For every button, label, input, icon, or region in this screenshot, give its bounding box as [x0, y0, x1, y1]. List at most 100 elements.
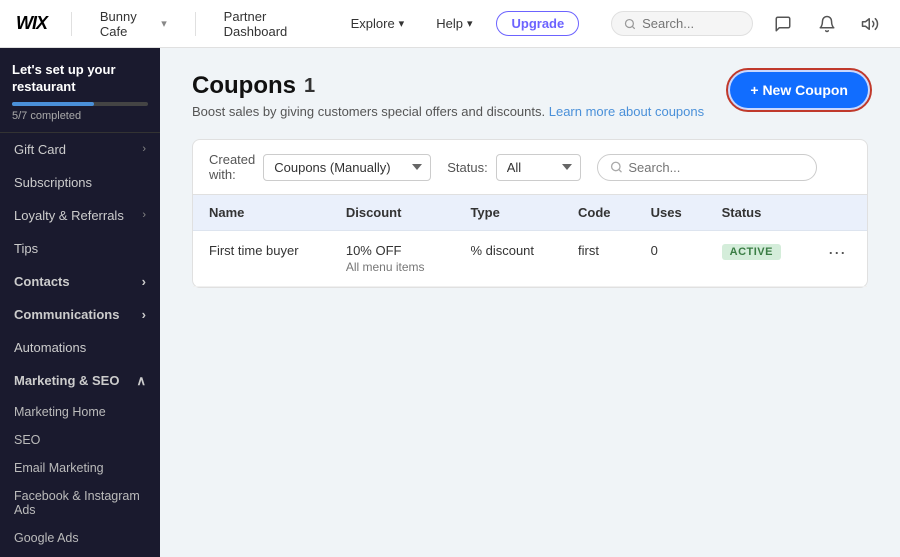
loyalty-chevron-icon: › [142, 209, 146, 221]
sidebar-item-contacts[interactable]: Contacts › [0, 265, 160, 298]
nav-divider-2 [195, 12, 196, 36]
sidebar-item-google-business[interactable]: Google Business Profile [0, 552, 160, 557]
progress-bar-background [12, 102, 148, 106]
fb-instagram-label: Facebook & Instagram Ads [14, 489, 140, 517]
coupons-table: Name Discount Type Code Uses Status Firs… [193, 195, 867, 287]
search-icon [610, 160, 623, 174]
gift-card-label: Gift Card [14, 142, 66, 157]
site-chevron-icon: ▾ [161, 17, 167, 30]
status-filter: Status: All Active Expired [447, 154, 580, 181]
help-label: Help [436, 16, 463, 31]
megaphone-icon [861, 15, 879, 33]
created-with-select[interactable]: Coupons (Manually) Coupons (Automated) [263, 154, 431, 181]
tips-label: Tips [14, 241, 38, 256]
sidebar-item-loyalty[interactable]: Loyalty & Referrals › [0, 199, 160, 232]
col-discount: Discount [330, 195, 455, 231]
nav-search-input[interactable] [642, 16, 740, 31]
cell-status: ACTIVE [706, 231, 809, 287]
table-header-row: Name Discount Type Code Uses Status [193, 195, 867, 231]
marketing-seo-label: Marketing & SEO [14, 373, 119, 388]
sidebar-item-seo[interactable]: SEO [0, 426, 160, 454]
status-select[interactable]: All Active Expired [496, 154, 581, 181]
cell-code: first [562, 231, 635, 287]
subscriptions-label: Subscriptions [14, 175, 92, 190]
messages-icon-button[interactable] [769, 8, 797, 40]
coupon-search-box[interactable] [597, 154, 817, 181]
sidebar-item-marketing-seo[interactable]: Marketing & SEO ∧ [0, 364, 160, 398]
help-chevron-icon: ▾ [467, 17, 473, 30]
col-uses: Uses [635, 195, 706, 231]
table-body: First time buyer 10% OFF All menu items … [193, 231, 867, 287]
contacts-label: Contacts [14, 274, 70, 289]
marketing-home-label: Marketing Home [14, 405, 106, 419]
chat-icon [774, 15, 792, 33]
google-ads-label: Google Ads [14, 531, 79, 545]
cell-type: % discount [454, 231, 562, 287]
page-title-area: Coupons 1 Boost sales by giving customer… [192, 72, 704, 119]
filter-bar: Created with: Coupons (Manually) Coupons… [192, 139, 868, 194]
top-navigation: WIX Bunny Cafe ▾ Partner Dashboard Explo… [0, 0, 900, 48]
nav-divider-1 [71, 12, 72, 36]
explore-label: Explore [351, 16, 395, 31]
page-title-count: 1 [304, 75, 315, 98]
bell-icon [818, 15, 836, 33]
subtitle-text: Boost sales by giving customers special … [192, 104, 545, 119]
announcements-icon-button[interactable] [856, 8, 884, 40]
communications-chevron-icon: › [142, 307, 146, 322]
page-header: Coupons 1 Boost sales by giving customer… [192, 72, 868, 119]
col-actions [808, 195, 867, 231]
notifications-icon-button[interactable] [813, 8, 841, 40]
row-actions-button[interactable]: ⋯ [824, 243, 851, 264]
discount-main: 10% OFF [346, 243, 439, 258]
cell-uses: 0 [635, 231, 706, 287]
sidebar-item-gift-card[interactable]: Gift Card › [0, 133, 160, 166]
progress-label: 5/7 completed [12, 110, 148, 122]
col-status: Status [706, 195, 809, 231]
automations-label: Automations [14, 340, 86, 355]
email-marketing-label: Email Marketing [14, 461, 104, 475]
gift-card-chevron-icon: › [142, 143, 146, 155]
new-coupon-label: + New Coupon [750, 82, 848, 98]
table-row: First time buyer 10% OFF All menu items … [193, 231, 867, 287]
sidebar: Let's set up your restaurant 5/7 complet… [0, 48, 160, 557]
communications-label: Communications [14, 307, 119, 322]
sidebar-item-subscriptions[interactable]: Subscriptions [0, 166, 160, 199]
discount-sub: All menu items [346, 260, 439, 274]
setup-title: Let's set up your restaurant [12, 62, 148, 96]
explore-chevron-icon: ▾ [399, 17, 405, 30]
new-coupon-button[interactable]: + New Coupon [730, 72, 868, 108]
coupon-search-input[interactable] [628, 160, 803, 175]
nav-search-box[interactable] [611, 11, 753, 36]
search-icon [624, 17, 636, 31]
main-layout: Let's set up your restaurant 5/7 complet… [0, 48, 900, 557]
sidebar-item-tips[interactable]: Tips [0, 232, 160, 265]
sidebar-item-fb-instagram[interactable]: Facebook & Instagram Ads [0, 482, 160, 524]
nav-explore[interactable]: Explore ▾ [343, 12, 413, 35]
nav-partner-dashboard[interactable]: Partner Dashboard [216, 5, 327, 43]
page-subtitle: Boost sales by giving customers special … [192, 104, 704, 119]
table-header: Name Discount Type Code Uses Status [193, 195, 867, 231]
page-title-text: Coupons [192, 72, 296, 100]
created-with-filter: Created with: Coupons (Manually) Coupons… [209, 152, 431, 182]
col-code: Code [562, 195, 635, 231]
upgrade-button[interactable]: Upgrade [496, 11, 579, 36]
nav-help[interactable]: Help ▾ [428, 12, 480, 35]
coupons-table-container: Name Discount Type Code Uses Status Firs… [192, 194, 868, 288]
status-badge: ACTIVE [722, 244, 781, 260]
learn-more-link[interactable]: Learn more about coupons [549, 104, 704, 119]
seo-label: SEO [14, 433, 40, 447]
sidebar-item-email-marketing[interactable]: Email Marketing [0, 454, 160, 482]
col-type: Type [454, 195, 562, 231]
site-name-dropdown[interactable]: Bunny Cafe ▾ [92, 5, 175, 43]
partner-dashboard-label: Partner Dashboard [224, 9, 319, 39]
site-name-label: Bunny Cafe [100, 9, 157, 39]
wix-logo: WIX [16, 13, 47, 34]
col-name: Name [193, 195, 330, 231]
cell-actions[interactable]: ⋯ [808, 231, 867, 287]
sidebar-item-google-ads[interactable]: Google Ads [0, 524, 160, 552]
sidebar-item-automations[interactable]: Automations [0, 331, 160, 364]
sidebar-item-communications[interactable]: Communications › [0, 298, 160, 331]
sidebar-item-marketing-home[interactable]: Marketing Home [0, 398, 160, 426]
main-content: Coupons 1 Boost sales by giving customer… [160, 48, 900, 557]
cell-discount: 10% OFF All menu items [330, 231, 455, 287]
